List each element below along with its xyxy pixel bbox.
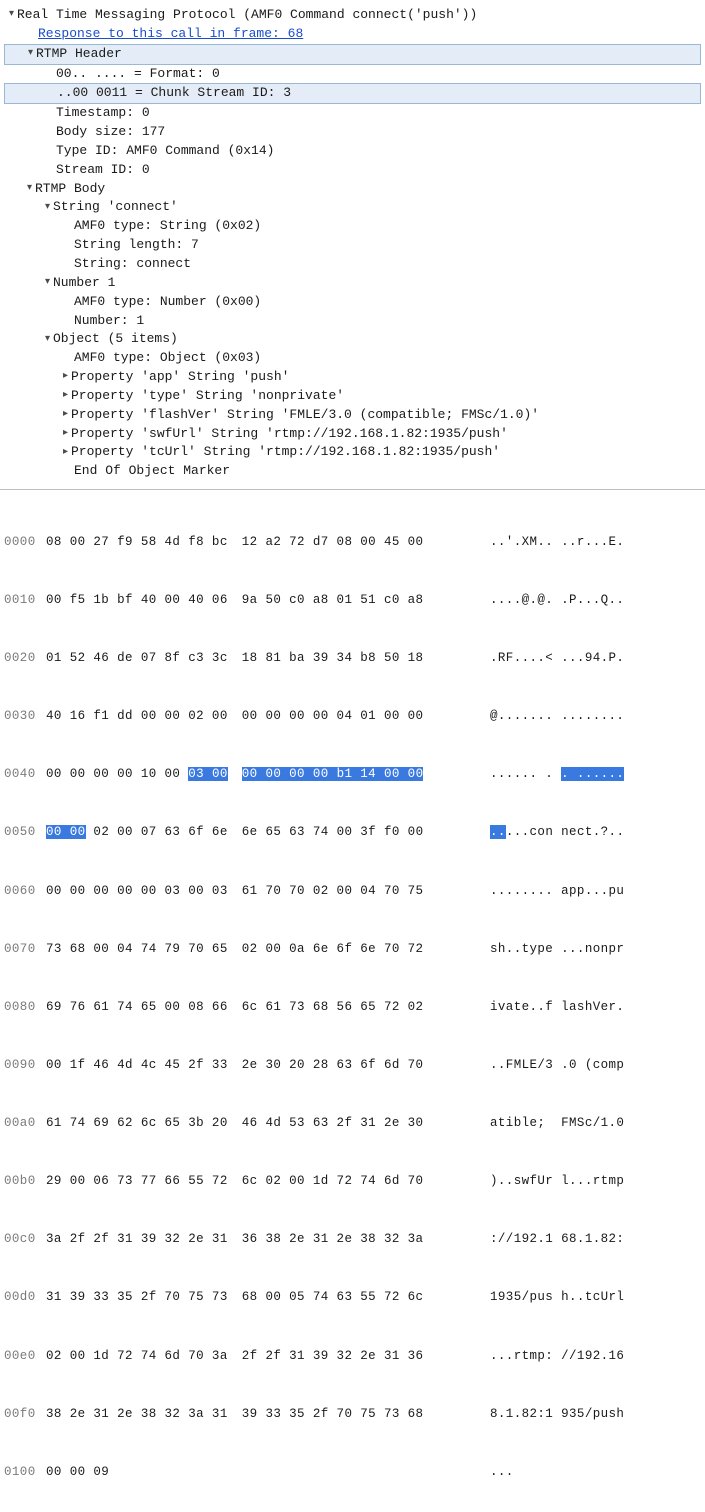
prop-app[interactable]: ▸Property 'app' String 'push'	[4, 368, 701, 387]
expander-icon[interactable]: ▾	[24, 182, 35, 197]
expander-icon[interactable]: ▾	[42, 333, 53, 348]
hex-row: 001000 f5 1b bf 40 00 40 069a 50 c0 a8 0…	[4, 591, 701, 610]
string-value[interactable]: String: connect	[4, 255, 701, 274]
body-number[interactable]: ▾ Number 1	[4, 274, 701, 293]
hex-row: 00e002 00 1d 72 74 6d 70 3a2f 2f 31 39 3…	[4, 1347, 701, 1366]
hex-row: 00f038 2e 31 2e 38 32 3a 3139 33 35 2f 7…	[4, 1405, 701, 1424]
expander-icon[interactable]: ▾	[42, 276, 53, 291]
hex-row: 009000 1f 46 4d 4c 45 2f 332e 30 20 28 6…	[4, 1056, 701, 1075]
hdr-stream-id[interactable]: Stream ID: 0	[4, 161, 701, 180]
hex-dump-pane[interactable]: 000008 00 27 f9 58 4d f8 bc12 a2 72 d7 0…	[0, 489, 705, 1512]
rtmp-body-label: RTMP Body	[35, 180, 105, 199]
hdr-timestamp[interactable]: Timestamp: 0	[4, 104, 701, 123]
prop-tcurl[interactable]: ▸Property 'tcUrl' String 'rtmp://192.168…	[4, 443, 701, 462]
rtmp-body[interactable]: ▾ RTMP Body	[4, 180, 701, 199]
string-amf-type[interactable]: AMF0 type: String (0x02)	[4, 217, 701, 236]
rtmp-header[interactable]: ▾ RTMP Header	[4, 44, 701, 65]
hex-row: 006000 00 00 00 00 03 00 0361 70 70 02 0…	[4, 882, 701, 901]
expander-icon[interactable]: ▸	[60, 408, 71, 423]
hex-row: 003040 16 f1 dd 00 00 02 0000 00 00 00 0…	[4, 707, 701, 726]
prop-swfurl[interactable]: ▸Property 'swfUrl' String 'rtmp://192.16…	[4, 425, 701, 444]
object-amf-type[interactable]: AMF0 type: Object (0x03)	[4, 349, 701, 368]
hex-row: 005000 00 02 00 07 63 6f 6e6e 65 63 74 0…	[4, 823, 701, 842]
hex-row: 000008 00 27 f9 58 4d f8 bc12 a2 72 d7 0…	[4, 533, 701, 552]
response-link[interactable]: Response to this call in frame: 68	[38, 25, 303, 44]
hdr-format[interactable]: 00.. .... = Format: 0	[4, 65, 701, 84]
hex-row: 00d031 39 33 35 2f 70 75 7368 00 05 74 6…	[4, 1288, 701, 1307]
expander-icon[interactable]: ▾	[25, 47, 36, 62]
hex-row: 010000 00 09...	[4, 1463, 701, 1482]
hex-row: 00b029 00 06 73 77 66 55 726c 02 00 1d 7…	[4, 1172, 701, 1191]
expander-icon[interactable]: ▸	[60, 370, 71, 385]
expander-icon[interactable]: ▾	[42, 201, 53, 216]
prop-type[interactable]: ▸Property 'type' String 'nonprivate'	[4, 387, 701, 406]
packet-details-tree: ▾ Real Time Messaging Protocol (AMF0 Com…	[0, 0, 705, 489]
hex-row: 00c03a 2f 2f 31 39 32 2e 3136 38 2e 31 2…	[4, 1230, 701, 1249]
hex-row: 002001 52 46 de 07 8f c3 3c18 81 ba 39 3…	[4, 649, 701, 668]
number-value[interactable]: Number: 1	[4, 312, 701, 331]
expander-icon[interactable]: ▸	[60, 446, 71, 461]
hex-row: 007073 68 00 04 74 79 70 6502 00 0a 6e 6…	[4, 940, 701, 959]
proto-rtmp[interactable]: ▾ Real Time Messaging Protocol (AMF0 Com…	[4, 6, 701, 25]
expander-icon[interactable]: ▸	[60, 427, 71, 442]
rtmp-header-label: RTMP Header	[36, 45, 122, 64]
hdr-body-size[interactable]: Body size: 177	[4, 123, 701, 142]
prop-flashver[interactable]: ▸Property 'flashVer' String 'FMLE/3.0 (c…	[4, 406, 701, 425]
expander-icon[interactable]: ▸	[60, 389, 71, 404]
hex-row: 004000 00 00 00 10 00 03 0000 00 00 00 b…	[4, 765, 701, 784]
proto-title: Real Time Messaging Protocol (AMF0 Comma…	[17, 6, 477, 25]
hdr-type-id[interactable]: Type ID: AMF0 Command (0x14)	[4, 142, 701, 161]
number-amf-type[interactable]: AMF0 type: Number (0x00)	[4, 293, 701, 312]
expander-icon[interactable]: ▾	[6, 8, 17, 23]
hdr-chunk-stream-id[interactable]: ..00 0011 = Chunk Stream ID: 3	[4, 83, 701, 104]
string-length[interactable]: String length: 7	[4, 236, 701, 255]
hex-row: 008069 76 61 74 65 00 08 666c 61 73 68 5…	[4, 998, 701, 1017]
hex-row: 00a061 74 69 62 6c 65 3b 2046 4d 53 63 2…	[4, 1114, 701, 1133]
body-string[interactable]: ▾ String 'connect'	[4, 198, 701, 217]
response-link-row[interactable]: Response to this call in frame: 68	[4, 25, 701, 44]
body-object[interactable]: ▾ Object (5 items)	[4, 330, 701, 349]
end-of-object[interactable]: End Of Object Marker	[4, 462, 701, 481]
